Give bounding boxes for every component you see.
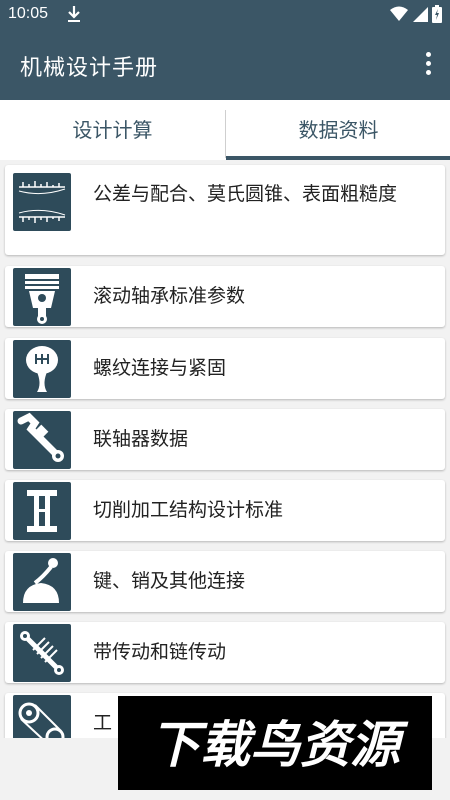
lever-icon (13, 553, 71, 611)
piston-icon (13, 268, 71, 326)
list-item-label: 公差与配合、莫氏圆锥、表面粗糙度 (93, 183, 398, 205)
shock-absorber-icon (13, 624, 71, 682)
tab-design-calculation[interactable]: 设计计算 (0, 100, 225, 160)
list-item-thread[interactable]: 螺纹连接与紧固 (5, 338, 445, 399)
list-item-label: 带传动和链传动 (93, 641, 227, 663)
wifi-icon (390, 6, 408, 21)
battery-icon (432, 5, 442, 23)
list-item-coupling[interactable]: 联轴器数据 (5, 409, 445, 470)
status-time: 10:05 (8, 5, 49, 22)
gear-knob-icon (13, 340, 71, 398)
i-beam-icon (13, 482, 71, 540)
status-bar: 10:05 (0, 0, 450, 28)
data-list[interactable]: 公差与配合、莫氏圆锥、表面粗糙度 滚动轴承标准参数 螺纹连接与紧固 联轴器数据 … (0, 160, 450, 738)
list-item-label: 螺纹连接与紧固 (93, 357, 227, 379)
list-item-label: 切削加工结构设计标准 (93, 499, 284, 521)
tab-data-materials[interactable]: 数据资料 (226, 100, 450, 160)
svg-text:下载鸟资源: 下载鸟资源 (150, 716, 409, 774)
list-item-tolerance[interactable]: 公差与配合、莫氏圆锥、表面粗糙度 (5, 165, 445, 255)
list-item-machining[interactable]: 切削加工结构设计标准 (5, 480, 445, 541)
wrench-icon (13, 411, 71, 469)
watermark-logo: 下载鸟资源 (118, 696, 432, 790)
list-item-belt-chain[interactable]: 带传动和链传动 (5, 622, 445, 683)
list-item-label: 联轴器数据 (93, 428, 189, 450)
list-item-label: 键、销及其他连接 (93, 570, 246, 592)
chain-belt-icon (13, 695, 71, 738)
tab-bar: 设计计算 数据资料 (0, 100, 450, 160)
ruler-chart-icon (13, 173, 71, 231)
app-title: 机械设计手册 (20, 56, 159, 81)
app-bar: 机械设计手册 (0, 28, 450, 100)
download-icon (68, 6, 80, 22)
overflow-menu-icon[interactable] (422, 52, 434, 78)
list-item-label: 滚动轴承标准参数 (93, 285, 246, 307)
signal-icon (413, 7, 428, 22)
list-item-bearing[interactable]: 滚动轴承标准参数 (5, 266, 445, 327)
list-item-key-pin[interactable]: 键、销及其他连接 (5, 551, 445, 612)
